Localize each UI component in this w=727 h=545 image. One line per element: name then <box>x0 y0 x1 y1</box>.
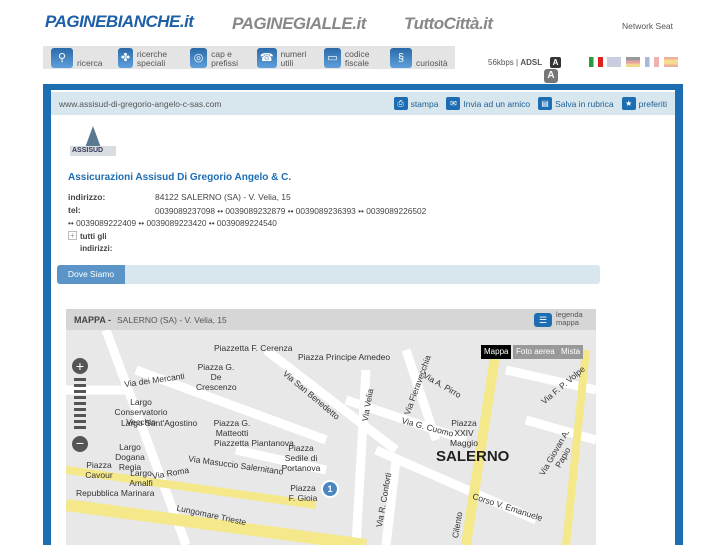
flag-it-icon[interactable] <box>589 57 603 67</box>
map-label: Piazza G. Matteotti <box>213 418 251 438</box>
font-small-button[interactable]: A <box>550 57 561 68</box>
legend-link[interactable]: legenda mappa <box>556 311 590 327</box>
print-label: stampa <box>410 98 439 109</box>
folder-icon: ▤ <box>538 97 553 110</box>
print-icon: ⎙ <box>393 97 408 110</box>
logo-text: ASSISUD <box>72 147 104 154</box>
paginegialle-logo[interactable]: PAGINEGIALLE.it <box>232 14 366 34</box>
speed-56k[interactable]: 56kbps <box>488 58 514 67</box>
business-name: Assicurazioni Assisud Di Gregorio Angelo… <box>68 172 292 183</box>
nav-codice-fiscale[interactable]: ▭ codice fiscale <box>324 48 384 68</box>
nav-ricerca[interactable]: ⚲ ricerca <box>51 48 103 68</box>
map-address: SALERNO (SA) - V. Velia, 15 <box>117 315 227 325</box>
nav-cap-prefissi[interactable]: ◎ cap e prefissi <box>190 48 250 68</box>
map-label: Largo Sant'Agostino <box>121 418 198 428</box>
spring-icon: § <box>390 48 412 68</box>
expand-addresses[interactable]: + tutti gli indirizzi: <box>68 231 120 255</box>
tel-values-1: 0039089237098 •• 0039089232879 •• 003908… <box>155 206 427 216</box>
card-icon: ▭ <box>324 48 341 68</box>
map-header: MAPPA - SALERNO (SA) - V. Velia, 15 ☰ le… <box>66 309 596 330</box>
globe-search-icon: ◎ <box>190 48 208 68</box>
plus-icon: + <box>68 231 77 240</box>
map-mode-foto-aerea[interactable]: Foto aerea <box>513 345 558 359</box>
map-title: MAPPA - <box>74 315 111 325</box>
map-label: Piazza F. Gioia <box>288 483 318 503</box>
nav-label: codice fiscale <box>344 49 370 68</box>
tab-bar <box>57 265 600 284</box>
font-large-button[interactable]: A <box>544 69 558 83</box>
assisud-logo-icon <box>70 126 116 156</box>
toolbar: www.assisud-di-gregorio-angelo-c-sas.com… <box>51 92 675 115</box>
flag-de-icon[interactable] <box>626 57 640 67</box>
all-addresses-label: tutti gli indirizzi: <box>80 232 113 253</box>
map-city-label: SALERNO <box>436 448 510 465</box>
zoom-slider[interactable] <box>74 378 86 432</box>
map-mode-mista[interactable]: Mista <box>558 345 584 359</box>
nav-label: numeri utili <box>280 49 307 68</box>
nav-label: ricerca <box>77 58 103 68</box>
save-label: Salva in rubrica <box>555 98 614 109</box>
save-contacts-button[interactable]: ▤ Salva in rubrica <box>538 97 614 110</box>
map[interactable]: + − Piazzetta F. Cerenza Piazza Principe… <box>66 330 596 545</box>
send-label: Invia ad un amico <box>463 98 531 109</box>
nav-ricerche-speciali[interactable]: ✤ ricerche speciali <box>118 48 178 68</box>
tuttocitta-logo[interactable]: TuttoCittà.it <box>404 14 493 34</box>
favorites-button[interactable]: ★ preferiti <box>621 97 667 110</box>
website-link[interactable]: www.assisud-di-gregorio-angelo-c-sas.com <box>59 99 386 109</box>
clover-icon: ✤ <box>118 48 133 68</box>
address-label: indirizzo: <box>68 192 106 202</box>
favorites-label: preferiti <box>638 98 667 109</box>
map-label: Piazza Cavour <box>85 460 113 480</box>
map-label: Piazzetta F. Cerenza <box>214 343 293 353</box>
map-label: Piazza G. De Crescenzo <box>196 362 237 392</box>
tab-dove-siamo[interactable]: Dove Siamo <box>57 265 125 284</box>
flag-fr-icon[interactable] <box>645 57 659 67</box>
nav-label: ricerche speciali <box>136 49 168 68</box>
map-mode-mappa[interactable]: Mappa <box>481 345 512 359</box>
legend-icon[interactable]: ☰ <box>534 313 552 327</box>
nav-numeri-utili[interactable]: ☎ numeri utili <box>257 48 317 68</box>
zoom-control[interactable]: + − <box>72 358 88 452</box>
print-button[interactable]: ⎙ stampa <box>393 97 439 110</box>
tel-values-2: •• 0039089222409 •• 0039089223420 •• 003… <box>68 218 277 228</box>
map-label: Piazza XXIV Maggio <box>450 418 478 448</box>
nav-curiosita[interactable]: § curiosità <box>390 48 448 68</box>
map-label: Piazza Sedile di Portanova <box>281 443 321 473</box>
main-nav: ⚲ ricerca ✤ ricerche speciali ◎ cap e prefi… <box>43 46 455 69</box>
map-label: Piazza Principe Amedeo <box>298 352 391 362</box>
nav-label: cap e prefissi <box>211 49 239 68</box>
nav-label: curiosità <box>416 58 448 68</box>
mail-icon: ✉ <box>446 97 461 110</box>
map-label: Repubblica Marinara <box>76 488 155 498</box>
network-seat-link[interactable]: Network Seat <box>622 21 673 31</box>
connection-speed: 56kbps | ADSL <box>488 58 543 67</box>
star-icon: ★ <box>621 97 636 110</box>
flag-uk-icon[interactable] <box>607 57 621 67</box>
flag-es-icon[interactable] <box>664 57 678 67</box>
tel-label: tel: <box>68 205 81 215</box>
search-icon: ⚲ <box>51 48 73 68</box>
zoom-out-icon[interactable]: − <box>72 436 88 452</box>
speed-adsl[interactable]: ADSL <box>520 58 542 67</box>
phone-icon: ☎ <box>257 48 277 68</box>
business-logo: ASSISUD <box>68 124 118 164</box>
map-marker[interactable]: 1 <box>321 480 339 498</box>
send-friend-button[interactable]: ✉ Invia ad un amico <box>446 97 530 110</box>
paginebianche-logo[interactable]: PAGINEBIANCHE.it <box>45 12 194 32</box>
address-value: 84122 SALERNO (SA) - V. Velia, 15 <box>155 192 291 202</box>
zoom-in-icon[interactable]: + <box>72 358 88 374</box>
